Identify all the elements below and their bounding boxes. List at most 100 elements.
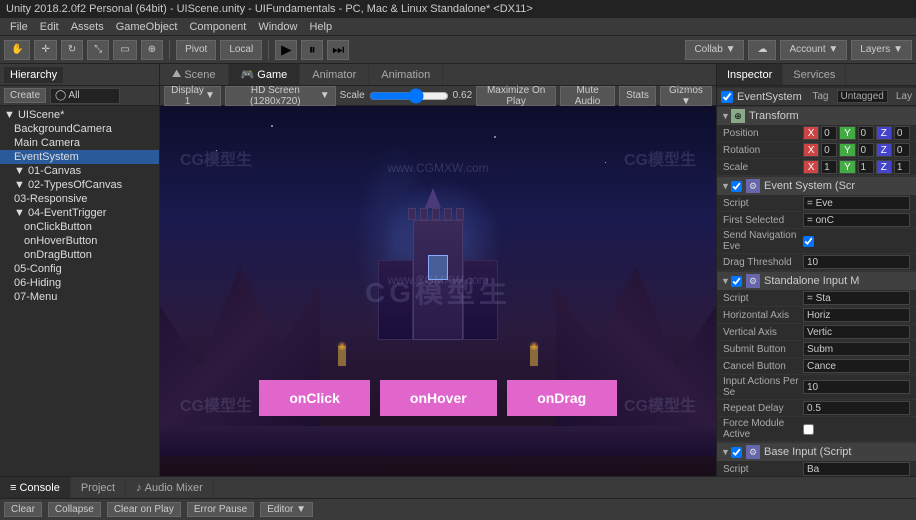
onclick-button[interactable]: onClick — [259, 380, 370, 416]
tree-item-1[interactable]: BackgroundCamera — [0, 122, 159, 136]
pivot-button[interactable]: Pivot — [176, 40, 216, 60]
si-cancel-value[interactable]: Cance — [803, 359, 910, 373]
maximize-button[interactable]: Maximize On Play — [476, 86, 556, 106]
tree-item-eventsystem[interactable]: EventSystem — [0, 150, 159, 164]
menu-file[interactable]: File — [4, 21, 34, 33]
menu-window[interactable]: Window — [252, 21, 303, 33]
project-tab[interactable]: Project — [71, 477, 126, 498]
layers-button[interactable]: Layers ▼ — [851, 40, 912, 60]
sc-y-val[interactable]: 1 — [858, 160, 874, 174]
tree-item-responsive[interactable]: 03-Responsive — [0, 192, 159, 206]
es-dragthresh-value[interactable]: 10 — [803, 255, 910, 269]
audio-mixer-tab[interactable]: ♪ Audio Mixer — [126, 477, 214, 498]
tree-item-2[interactable]: Main Camera — [0, 136, 159, 150]
animator-tab[interactable]: Animator — [300, 64, 369, 85]
tree-item-config[interactable]: 05-Config — [0, 262, 159, 276]
baseinput-enabled[interactable] — [731, 447, 742, 458]
si-haxis-value[interactable]: Horiz — [803, 308, 910, 322]
es-sendnav-checkbox[interactable] — [803, 236, 814, 247]
torch-left — [338, 346, 346, 366]
cloud-button[interactable]: ☁ — [748, 40, 776, 60]
editor-button[interactable]: Editor ▼ — [260, 502, 313, 517]
object-enabled-checkbox[interactable] — [721, 91, 733, 103]
es-script-value[interactable]: = Eve — [803, 196, 910, 210]
tag-value[interactable]: Untagged — [837, 90, 888, 103]
rot-z-val[interactable]: 0 — [894, 143, 910, 157]
si-script-value[interactable]: = Sta — [803, 291, 910, 305]
pause-button[interactable]: ⏸ — [301, 40, 323, 60]
eventsystem-enabled[interactable] — [731, 181, 742, 192]
game-icon: 🎮 — [241, 68, 255, 81]
tree-item-onhover[interactable]: onHoverButton — [0, 234, 159, 248]
pos-x-label: X — [803, 126, 819, 140]
sc-x-val[interactable]: 1 — [821, 160, 837, 174]
es-firstsel-value[interactable]: = onC — [803, 213, 910, 227]
si-submit-value[interactable]: Subm — [803, 342, 910, 356]
services-tab[interactable]: Services — [783, 64, 846, 85]
hierarchy-search-input[interactable] — [50, 88, 120, 104]
console-tab[interactable]: ≡ Console — [0, 477, 71, 498]
si-repeatdelay-value[interactable]: 0.5 — [803, 401, 910, 415]
gizmos-button[interactable]: Gizmos ▼ — [660, 86, 712, 106]
error-pause-button[interactable]: Error Pause — [187, 502, 254, 517]
rot-y-val[interactable]: 0 — [858, 143, 874, 157]
baseinput-component-header[interactable]: ▼ ⚙ Base Input (Script — [717, 442, 916, 461]
toolbar-hand-tool[interactable]: ✋ — [4, 40, 30, 60]
tree-item-ondrag[interactable]: onDragButton — [0, 248, 159, 262]
game-tab[interactable]: 🎮 Game — [229, 64, 301, 85]
hierarchy-tab[interactable]: Hierarchy — [4, 67, 63, 83]
rot-x-val[interactable]: 0 — [821, 143, 837, 157]
tree-item-0[interactable]: ▼ UIScene* — [0, 108, 159, 122]
display-button[interactable]: Display 1 ▼ — [164, 86, 221, 106]
eventsystem-icon: ⚙ — [746, 179, 760, 193]
tree-item-types[interactable]: ▼ 02-TypesOfCanvas — [0, 178, 159, 192]
si-forcemodule-checkbox[interactable] — [803, 424, 814, 435]
step-button[interactable]: ⏭ — [327, 40, 349, 60]
clear-on-play-button[interactable]: Clear on Play — [107, 502, 181, 517]
screen-button[interactable]: HD Screen (1280x720) ▼ — [225, 86, 336, 106]
hierarchy-create-button[interactable]: Create — [4, 88, 46, 103]
menu-gameobject[interactable]: GameObject — [110, 21, 184, 33]
mute-button[interactable]: Mute Audio — [560, 86, 615, 106]
sc-z-val[interactable]: 1 — [894, 160, 910, 174]
standalone-enabled[interactable] — [731, 276, 742, 287]
scale-slider[interactable] — [369, 90, 449, 102]
onhover-button[interactable]: onHover — [380, 380, 497, 416]
tree-item-hiding[interactable]: 06-Hiding — [0, 276, 159, 290]
ondrag-button[interactable]: onDrag — [507, 380, 617, 416]
tree-item-menu[interactable]: 07-Menu — [0, 290, 159, 304]
stats-button[interactable]: Stats — [619, 86, 656, 106]
tree-item-canvas[interactable]: ▼ 01-Canvas — [0, 164, 159, 178]
toolbar-rotate-tool[interactable]: ↻ — [61, 40, 83, 60]
play-button[interactable]: ▶ — [275, 40, 297, 60]
toolbar-transform-tool[interactable]: ⊕ — [141, 40, 163, 60]
bi-script-value[interactable]: Ba — [803, 462, 910, 476]
menu-assets[interactable]: Assets — [65, 21, 110, 33]
eventsystem-component-header[interactable]: ▼ ⚙ Event System (Scr — [717, 176, 916, 195]
toolbar-scale-tool[interactable]: ⤡ — [87, 40, 109, 60]
collab-button[interactable]: Collab ▼ — [685, 40, 744, 60]
pos-z-val[interactable]: 0 — [894, 126, 910, 140]
menu-component[interactable]: Component — [183, 21, 252, 33]
pos-y-val[interactable]: 0 — [858, 126, 874, 140]
toolbar-rect-tool[interactable]: ▭ — [113, 40, 136, 60]
pause-icon: ⏸ — [309, 42, 316, 58]
transform-component-header[interactable]: ▼ ⊕ Transform — [717, 106, 916, 125]
pos-x-val[interactable]: 0 — [821, 126, 837, 140]
standalone-component-header[interactable]: ▼ ⚙ Standalone Input M — [717, 271, 916, 290]
si-vaxis-value[interactable]: Vertic — [803, 325, 910, 339]
scene-tab[interactable]: ⛰ Scene — [160, 64, 229, 85]
account-button[interactable]: Account ▼ — [780, 40, 847, 60]
pos-y-label: Y — [839, 126, 855, 140]
menu-help[interactable]: Help — [303, 21, 338, 33]
animation-tab[interactable]: Animation — [369, 64, 443, 85]
si-inputactions-value[interactable]: 10 — [803, 380, 910, 394]
tree-item-onclick[interactable]: onClickButton — [0, 220, 159, 234]
inspector-tab[interactable]: Inspector — [717, 64, 783, 85]
menu-edit[interactable]: Edit — [34, 21, 65, 33]
clear-button[interactable]: Clear — [4, 502, 42, 517]
tree-item-eventtrigger[interactable]: ▼ 04-EventTrigger — [0, 206, 159, 220]
collapse-button[interactable]: Collapse — [48, 502, 101, 517]
local-button[interactable]: Local — [220, 40, 262, 60]
toolbar-move-tool[interactable]: ✛ — [34, 40, 56, 60]
